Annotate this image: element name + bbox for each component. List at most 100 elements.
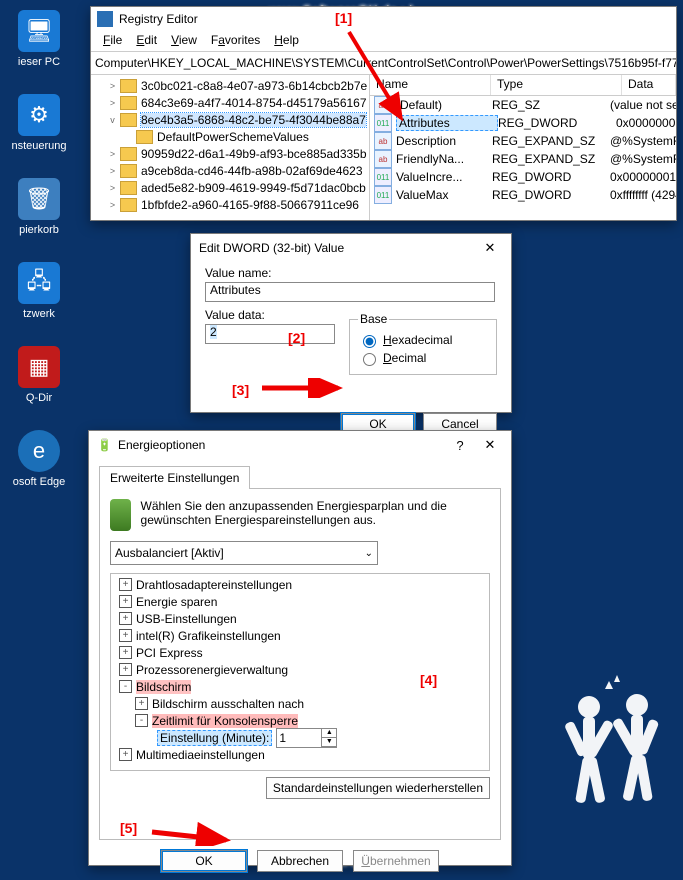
expand-icon[interactable]: + — [135, 697, 148, 710]
minutes-input[interactable] — [277, 729, 322, 747]
string-icon: ab — [374, 132, 392, 150]
tree-node[interactable]: >aded5e82-b909-4619-9949-f5d71dac0bcb — [91, 179, 369, 196]
value-row[interactable]: 011ValueIncre...REG_DWORD0x00000001 (1) — [370, 168, 676, 186]
key-tree[interactable]: >3c0bc021-c8a8-4e07-a973-6b14cbcb2b7e>68… — [91, 75, 370, 220]
value-name-label: Value name: — [205, 266, 497, 280]
radio-decimal[interactable]: Decimal — [358, 350, 488, 366]
expand-icon[interactable]: > — [107, 182, 118, 193]
dialog-titlebar[interactable]: 🔋 Energieoptionen ? ✕ — [89, 431, 511, 459]
binary-icon: 011 — [374, 186, 392, 204]
dialog-title: Energieoptionen — [118, 438, 205, 452]
expand-icon[interactable]: > — [107, 199, 118, 210]
desktop-icon-edge[interactable]: eosoft Edge — [4, 430, 74, 508]
arrow-icon — [258, 378, 348, 398]
col-type[interactable]: Type — [491, 75, 622, 95]
collapse-icon[interactable]: - — [119, 680, 132, 693]
menu-file[interactable]: File — [97, 31, 128, 51]
value-row[interactable]: 011AttributesREG_DWORD0x00000001 (1) — [370, 114, 676, 132]
col-data[interactable]: Data — [622, 75, 676, 95]
menu-view[interactable]: View — [165, 31, 203, 51]
settings-item[interactable]: +PCI Express — [113, 644, 487, 661]
value-data-field[interactable]: 2 — [205, 324, 335, 344]
help-button[interactable]: ? — [447, 435, 473, 455]
tree-node[interactable]: >90959d22-d6a1-49b9-af93-bce885ad335b — [91, 145, 369, 162]
tree-node[interactable]: DefaultPowerSchemeValues — [91, 128, 369, 145]
window-title: Registry Editor — [119, 12, 198, 26]
expand-icon[interactable]: > — [107, 97, 118, 108]
expand-icon[interactable]: + — [119, 748, 132, 761]
settings-item[interactable]: -Zeitlimit für Konsolensperre — [113, 712, 487, 729]
tree-node[interactable]: >684c3e69-a4f7-4014-8754-d45179a56167 — [91, 94, 369, 111]
power-options-dialog: 🔋 Energieoptionen ? ✕ Erweiterte Einstel… — [88, 430, 512, 866]
expand-icon[interactable]: + — [119, 595, 132, 608]
expand-icon[interactable]: > — [107, 80, 118, 91]
expand-icon[interactable]: > — [107, 148, 118, 159]
tab-advanced[interactable]: Erweiterte Einstellungen — [99, 466, 250, 489]
spin-up-icon[interactable]: ▲ — [322, 729, 336, 738]
collapse-icon[interactable]: - — [135, 714, 148, 727]
arrow-icon — [343, 28, 413, 128]
folder-icon — [120, 164, 137, 178]
expand-icon[interactable]: v — [107, 114, 118, 125]
desktop-icons: 🖥ieser PC ⚙nsteuerung 🗑pierkorb 🖧tzwerk … — [4, 10, 79, 514]
settings-item[interactable]: +Drahtlosadaptereinstellungen — [113, 576, 487, 593]
callout-4: [4] — [420, 672, 437, 688]
close-button[interactable]: ✕ — [477, 238, 503, 258]
callout-1: [1] — [335, 10, 352, 26]
menu-favorites[interactable]: Favorites — [205, 31, 266, 51]
close-button[interactable]: ✕ — [477, 435, 503, 455]
radio-hexadecimal[interactable]: Hexadecimal — [358, 332, 488, 348]
expand-icon[interactable]: + — [119, 629, 132, 642]
value-header: Name Type Data — [370, 75, 676, 96]
edge-icon: e — [18, 430, 60, 472]
folder-icon — [120, 96, 137, 110]
expand-icon[interactable]: + — [119, 646, 132, 659]
value-row[interactable]: ab(Default)REG_SZ(value not set) — [370, 96, 676, 114]
chevron-down-icon: ⌄ — [365, 548, 373, 559]
description-text: Wählen Sie den anzupassenden Energiespar… — [141, 499, 490, 527]
minutes-spinner[interactable]: ▲▼ — [276, 728, 337, 748]
expand-icon[interactable]: + — [119, 578, 132, 591]
battery-icon — [110, 499, 131, 531]
expand-icon[interactable]: + — [119, 663, 132, 676]
expand-icon[interactable]: > — [107, 165, 118, 176]
desktop-icon-qdir[interactable]: ▦Q-Dir — [4, 346, 74, 424]
folder-icon — [120, 113, 137, 127]
setting-value-row[interactable]: Einstellung (Minute):▲▼ — [113, 729, 487, 746]
value-row[interactable]: abDescriptionREG_EXPAND_SZ@%SystemRo — [370, 132, 676, 150]
menu-help[interactable]: Help — [268, 31, 305, 51]
value-row[interactable]: 011ValueMaxREG_DWORD0xffffffff (4294 — [370, 186, 676, 204]
tree-node[interactable]: >1bfbfde2-a960-4165-9f88-50667911ce96 — [91, 196, 369, 213]
folder-icon — [120, 198, 137, 212]
tree-node[interactable]: >a9ceb8da-cd46-44fb-a98b-02af69de4623 — [91, 162, 369, 179]
regedit-icon — [97, 11, 113, 27]
settings-item[interactable]: +intel(R) Grafikeinstellungen — [113, 627, 487, 644]
apply-button[interactable]: Übernehmen — [353, 850, 439, 872]
string-icon: ab — [374, 150, 392, 168]
settings-item[interactable]: +USB-Einstellungen — [113, 610, 487, 627]
restore-defaults-button[interactable]: Standardeinstellungen wiederherstellen — [266, 777, 490, 799]
ok-button[interactable]: OK — [161, 850, 247, 872]
desktop-icon-network[interactable]: 🖧tzwerk — [4, 262, 74, 340]
value-name-field[interactable]: Attributes — [205, 282, 495, 302]
settings-item[interactable]: +Energie sparen — [113, 593, 487, 610]
settings-item[interactable]: +Bildschirm ausschalten nach — [113, 695, 487, 712]
expand-icon[interactable]: + — [119, 612, 132, 625]
plan-combobox[interactable]: Ausbalanciert [Aktiv] ⌄ — [110, 541, 378, 565]
expand-icon[interactable] — [123, 131, 134, 142]
value-row[interactable]: abFriendlyNa...REG_EXPAND_SZ@%SystemRo — [370, 150, 676, 168]
settings-item[interactable]: +Multimediaeinstellungen — [113, 746, 487, 763]
control-panel-icon: ⚙ — [18, 94, 60, 136]
cancel-button[interactable]: Abbrechen — [257, 850, 343, 872]
spin-down-icon[interactable]: ▼ — [322, 738, 336, 747]
value-list[interactable]: Name Type Data ab(Default)REG_SZ(value n… — [370, 75, 676, 220]
tree-node[interactable]: v8ec4b3a5-6868-48c2-be75-4f3044be88a7 — [91, 111, 369, 128]
qdir-icon: ▦ — [18, 346, 60, 388]
folder-icon — [120, 79, 137, 93]
desktop-icon-control[interactable]: ⚙nsteuerung — [4, 94, 74, 172]
desktop-icon-recycle[interactable]: 🗑pierkorb — [4, 178, 74, 256]
tree-node[interactable]: >3c0bc021-c8a8-4e07-a973-6b14cbcb2b7e — [91, 77, 369, 94]
desktop-icon-pc[interactable]: 🖥ieser PC — [4, 10, 74, 88]
menu-edit[interactable]: Edit — [130, 31, 163, 51]
dialog-titlebar[interactable]: Edit DWORD (32-bit) Value ✕ — [191, 234, 511, 262]
